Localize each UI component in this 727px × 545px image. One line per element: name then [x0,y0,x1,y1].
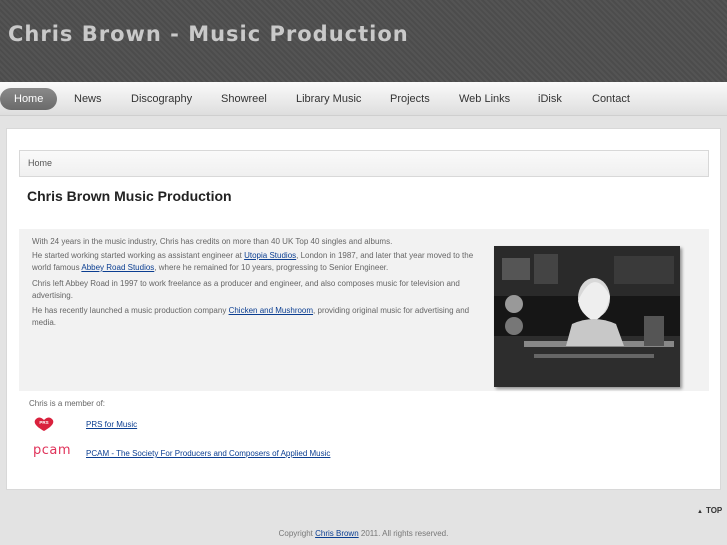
back-to-top-link[interactable]: ▲ TOP [697,506,722,515]
article-paragraph-1: With 24 years in the music industry, Chr… [32,237,393,246]
article-paragraph-4: He has recently launched a music product… [32,305,482,329]
top-label: TOP [705,506,723,515]
nav-item-contact[interactable]: Contact [592,88,630,110]
footer: Copyright Chris Brown 2011. All rights r… [0,529,727,538]
abbey-road-studios-link[interactable]: Abbey Road Studios [81,263,154,272]
chicken-and-mushroom-link[interactable]: Chicken and Mushroom [229,306,313,315]
org-row-prs: PRS PRS for Music [33,416,693,434]
article-paragraph-3: Chris left Abbey Road in 1997 to work fr… [32,279,460,300]
studio-photo-image [494,246,680,387]
site-header: Chris Brown - Music Production [0,0,727,82]
prs-for-music-link[interactable]: PRS for Music [86,420,137,429]
article-paragraph-2: He started working started working as as… [32,250,482,274]
nav-item-discography[interactable]: Discography [131,88,192,110]
up-arrow-icon: ▲ [697,509,703,515]
breadcrumb: Home [19,150,709,177]
nav-item-home[interactable]: Home [0,88,58,110]
main-nav: Home News Discography Showreel Library M… [0,82,727,116]
org-row-pcam: pcam PCAM - The Society For Producers an… [33,443,693,461]
text: He has recently launched a music product… [32,306,229,315]
nav-item-library-music[interactable]: Library Music [296,88,361,110]
footer-text: Copyright [278,529,316,538]
studio-photo [494,246,680,387]
nav-item-idisk[interactable]: iDisk [538,88,562,110]
page-title: Chris Brown Music Production [27,188,232,204]
main-content: Home Chris Brown Music Production With 2… [6,128,721,490]
footer-text: 2011. All rights reserved. [358,529,449,538]
utopia-studios-link[interactable]: Utopia Studios [244,251,296,260]
text: , where he remained for 10 years, progre… [154,263,389,272]
prs-logo-icon[interactable]: PRS [33,416,55,432]
prs-logo-text: PRS [39,420,48,425]
pcam-logo-icon[interactable]: pcam [33,443,71,458]
nav-item-web-links[interactable]: Web Links [459,88,510,110]
pcam-link[interactable]: PCAM - The Society For Producers and Com… [86,449,330,458]
member-of-label: Chris is a member of: [29,399,106,408]
site-title[interactable]: Chris Brown - Music Production [8,22,409,46]
footer-chris-brown-link[interactable]: Chris Brown [315,529,359,538]
breadcrumb-home[interactable]: Home [28,158,52,168]
nav-item-showreel[interactable]: Showreel [221,88,267,110]
text: He started working started working as as… [32,251,245,260]
nav-item-projects[interactable]: Projects [390,88,430,110]
nav-item-news[interactable]: News [74,88,102,110]
